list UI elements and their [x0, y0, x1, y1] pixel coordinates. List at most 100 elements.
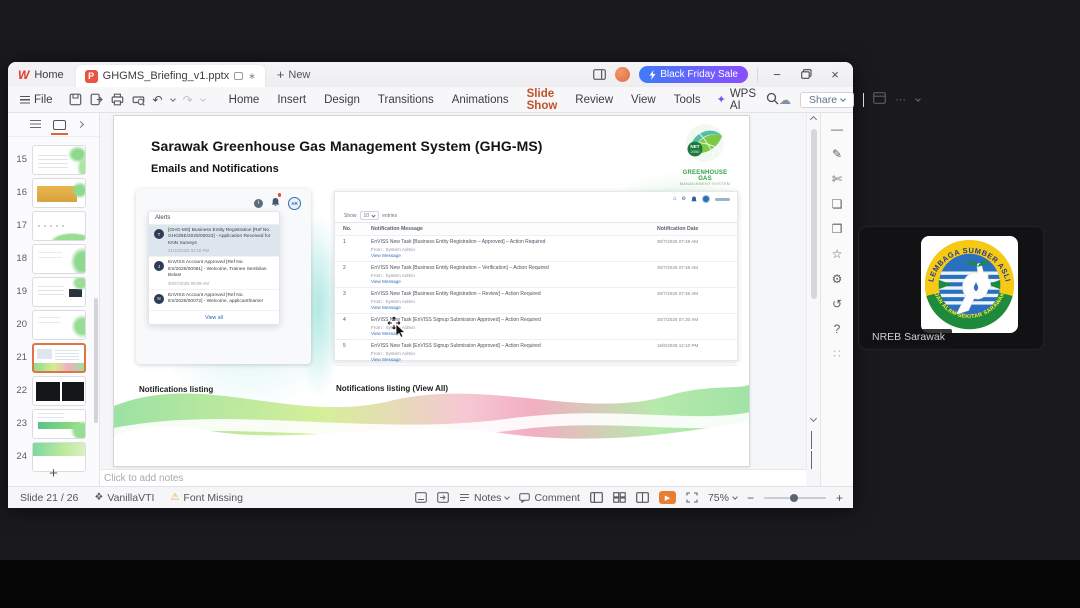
user-avatar[interactable] — [615, 67, 631, 82]
slide-list-item[interactable]: 15 — [8, 143, 99, 176]
ribbon-tab[interactable]: View — [623, 90, 664, 109]
more-options-icon[interactable]: ⋯ — [895, 93, 907, 106]
slide-thumbnail[interactable] — [32, 144, 86, 175]
cloud-sync-icon[interactable]: ☁ — [779, 93, 791, 107]
print-preview-button[interactable] — [132, 93, 145, 106]
zoom-level[interactable]: 75% — [708, 492, 738, 504]
fit-slide-button[interactable] — [686, 492, 698, 503]
zoom-in-button[interactable]: + — [836, 491, 843, 505]
file-menu-label: File — [34, 93, 53, 106]
alert-text: EnVISS Account Approved [Ref No. ES/2025… — [168, 260, 267, 279]
slide-list-item[interactable]: 16 — [8, 176, 99, 209]
previous-slide-button[interactable] — [810, 431, 817, 449]
slide-list-item[interactable]: 21 — [8, 341, 99, 374]
sidebar-layout-icon[interactable] — [593, 69, 607, 80]
undo-dropdown-icon[interactable] — [169, 95, 176, 102]
maximize-button[interactable] — [796, 67, 816, 82]
add-slide-button[interactable]: + — [8, 465, 99, 482]
next-slide-button[interactable] — [810, 451, 817, 469]
slide-sorter-view-button[interactable] — [613, 492, 626, 503]
ribbon-tab[interactable]: Tools — [666, 90, 709, 109]
ribbon-tab[interactable]: Design — [316, 90, 368, 109]
slide-thumbnail[interactable] — [32, 243, 86, 274]
slide-thumbnail[interactable] — [32, 210, 86, 241]
black-friday-sale-button[interactable]: Black Friday Sale — [639, 66, 748, 83]
screen-bottom-band — [0, 560, 1080, 608]
ribbon-tab[interactable]: Insert — [269, 90, 314, 109]
ribbon-tab[interactable]: Home — [221, 90, 268, 109]
slide-info-icon[interactable] — [415, 492, 427, 503]
slide-canvas[interactable]: Sarawak Greenhouse Gas Management System… — [113, 115, 750, 467]
slide-list-item[interactable]: 17 — [8, 209, 99, 242]
close-button[interactable]: × — [825, 67, 845, 82]
participant-video-tile[interactable]: LEMBAGA SUMBER ASLI DAN ALAM SEKITAR SAR… — [858, 226, 1044, 350]
comment-icon[interactable]: ❒ — [832, 223, 843, 235]
notes-toggle[interactable]: Notes — [459, 492, 511, 504]
slide-list-item[interactable]: 20 — [8, 308, 99, 341]
slide-list-item[interactable]: 19 — [8, 275, 99, 308]
format-brush-icon[interactable]: ✎ — [832, 148, 842, 160]
slide-list-item[interactable]: 22 — [8, 374, 99, 407]
redo-dropdown-icon[interactable] — [199, 95, 206, 102]
search-button[interactable] — [766, 92, 779, 108]
comment-icon — [519, 492, 531, 503]
print-button[interactable] — [111, 93, 124, 106]
help-icon[interactable]: ? — [834, 323, 841, 335]
collapse-ribbon-icon[interactable] — [915, 95, 921, 102]
undo-button[interactable]: ↶ — [153, 93, 163, 107]
file-menu-button[interactable]: File — [8, 94, 61, 106]
new-tab-button[interactable]: + New — [277, 67, 311, 82]
slide-thumbnail[interactable] — [32, 375, 86, 406]
scroll-down-icon[interactable] — [809, 414, 818, 423]
reading-view-button[interactable] — [636, 492, 649, 503]
settings-icon[interactable]: ⚙ — [832, 273, 843, 285]
history-icon[interactable]: ↺ — [832, 298, 842, 310]
ribbon-tab[interactable]: Transitions — [370, 90, 442, 109]
normal-view-button[interactable] — [590, 492, 603, 503]
cell-date: 30/7/2025 07:30 AM — [657, 317, 699, 322]
home-tab-label: Home — [34, 68, 64, 81]
ribbon-layout-icon[interactable] — [873, 92, 886, 107]
divider — [863, 92, 865, 107]
tab-preview-icon[interactable] — [234, 72, 244, 80]
zoom-slider-thumb[interactable] — [789, 493, 798, 502]
ribbon-tab[interactable]: Animations — [444, 90, 517, 109]
save-button[interactable] — [69, 93, 82, 106]
scroll-up-icon[interactable] — [809, 115, 818, 124]
editor-scrollbar[interactable] — [806, 113, 820, 469]
minimize-button[interactable]: − — [767, 67, 787, 82]
theme-button[interactable]: ❖ VanillaVTI — [94, 492, 154, 504]
zoom-out-button[interactable]: − — [747, 491, 754, 505]
outline-view-icon[interactable] — [30, 120, 41, 129]
slide-thumbnail[interactable] — [32, 276, 86, 307]
panel-scrollbar[interactable] — [94, 298, 98, 423]
home-tab[interactable]: W Home — [8, 62, 76, 87]
ribbon-tab[interactable]: Review — [567, 90, 621, 109]
apps-icon[interactable]: ∷ — [833, 348, 841, 360]
slideshow-play-button[interactable]: ▶ — [658, 491, 676, 504]
slide-list-item[interactable]: 23 — [8, 407, 99, 440]
shapes-icon[interactable]: ❏ — [832, 198, 843, 210]
notes-placeholder[interactable]: Click to add notes — [100, 469, 806, 486]
redo-button[interactable]: ↷ — [183, 93, 193, 107]
slide-thumbnail[interactable] — [32, 177, 86, 208]
font-missing-warning[interactable]: ⚠ Font Missing — [170, 492, 243, 504]
wps-ai-button[interactable]: ✦ WPS AI — [717, 88, 756, 112]
comment-button[interactable]: Comment — [519, 492, 580, 504]
collapse-icon[interactable]: — — [831, 123, 843, 135]
ribbon-tab[interactable]: Slide Show — [518, 84, 566, 115]
design-tools-icon[interactable]: ✄ — [832, 173, 842, 185]
scrollbar-thumb[interactable] — [811, 129, 817, 299]
share-button[interactable]: Share — [800, 91, 855, 108]
slide-thumbnail[interactable] — [32, 309, 86, 340]
zoom-slider[interactable] — [763, 493, 826, 502]
slide-list-item[interactable]: 18 — [8, 242, 99, 275]
jump-to-slide-icon[interactable] — [437, 492, 449, 503]
slide-thumbnail[interactable] — [32, 342, 86, 373]
slide-thumbnail[interactable] — [32, 408, 86, 439]
export-button[interactable] — [90, 93, 103, 106]
thumbnail-view-icon[interactable] — [51, 119, 68, 135]
collapse-panel-icon[interactable] — [76, 120, 85, 129]
favorites-icon[interactable]: ☆ — [832, 248, 843, 260]
alert-time: 30/07/2025 09:09 AM — [168, 280, 209, 286]
